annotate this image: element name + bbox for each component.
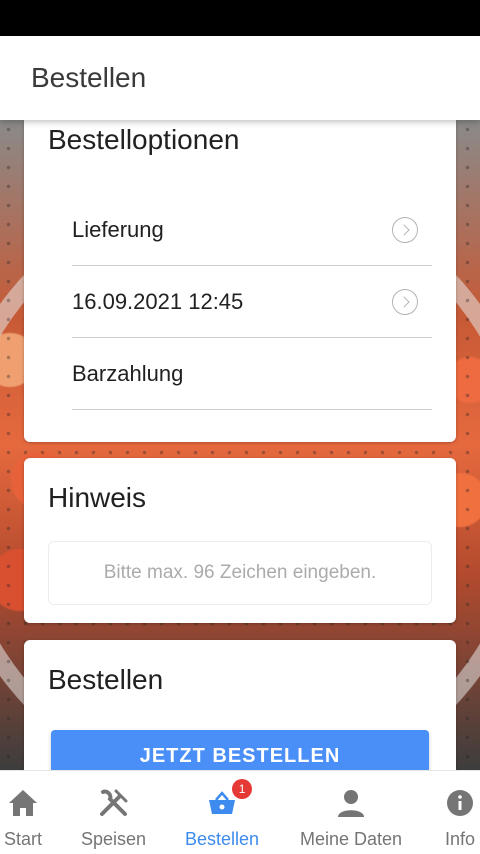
cutlery-icon bbox=[96, 785, 132, 821]
nav-item-speisen[interactable]: Speisen bbox=[81, 771, 146, 854]
nav-label-info: Info bbox=[444, 829, 476, 849]
order-card: Bestellen JETZT BESTELLEN bbox=[24, 640, 456, 790]
basket-icon: 1 bbox=[204, 779, 253, 821]
order-title: Bestellen bbox=[48, 664, 164, 695]
hint-card: Hinweis Bitte max. 96 Zeichen eingeben. bbox=[24, 458, 456, 623]
nav-item-meine-daten[interactable]: Meine Daten bbox=[300, 771, 402, 854]
home-icon bbox=[5, 785, 41, 821]
hint-input[interactable]: Bitte max. 96 Zeichen eingeben. bbox=[48, 541, 432, 605]
nav-label-start: Start bbox=[4, 829, 43, 849]
nav-item-start[interactable]: Start bbox=[4, 771, 42, 854]
nav-label-meine-daten: Meine Daten bbox=[300, 829, 403, 849]
info-icon bbox=[442, 785, 478, 821]
order-options-title: Bestelloptionen bbox=[48, 124, 240, 155]
bottom-navigation: Start Speisen 1 Bestellen Meine Daten In… bbox=[0, 770, 480, 854]
chevron-right-icon bbox=[392, 216, 418, 243]
payment-option-row[interactable]: Barzahlung bbox=[72, 338, 432, 410]
delivery-option-label: Lieferung bbox=[72, 216, 164, 242]
datetime-option-row[interactable]: 16.09.2021 12:45 bbox=[72, 266, 432, 338]
page-title: Bestellen bbox=[31, 62, 147, 93]
nav-item-bestellen[interactable]: 1 Bestellen bbox=[185, 771, 259, 854]
cart-count-badge: 1 bbox=[232, 779, 253, 799]
hint-title: Hinweis bbox=[48, 482, 147, 513]
app-bar: Bestellen bbox=[0, 36, 480, 120]
person-icon bbox=[333, 785, 369, 821]
payment-option-label: Barzahlung bbox=[72, 360, 184, 386]
nav-label-speisen: Speisen bbox=[81, 829, 147, 849]
nav-item-info[interactable]: Info bbox=[442, 771, 478, 854]
order-options-card: Bestelloptionen Lieferung 16.09.2021 12:… bbox=[24, 120, 456, 442]
chevron-right-icon bbox=[392, 288, 418, 315]
nav-label-bestellen: Bestellen bbox=[185, 829, 260, 849]
datetime-option-label: 16.09.2021 12:45 bbox=[72, 288, 244, 314]
delivery-option-row[interactable]: Lieferung bbox=[72, 194, 432, 266]
status-bar bbox=[0, 0, 480, 36]
